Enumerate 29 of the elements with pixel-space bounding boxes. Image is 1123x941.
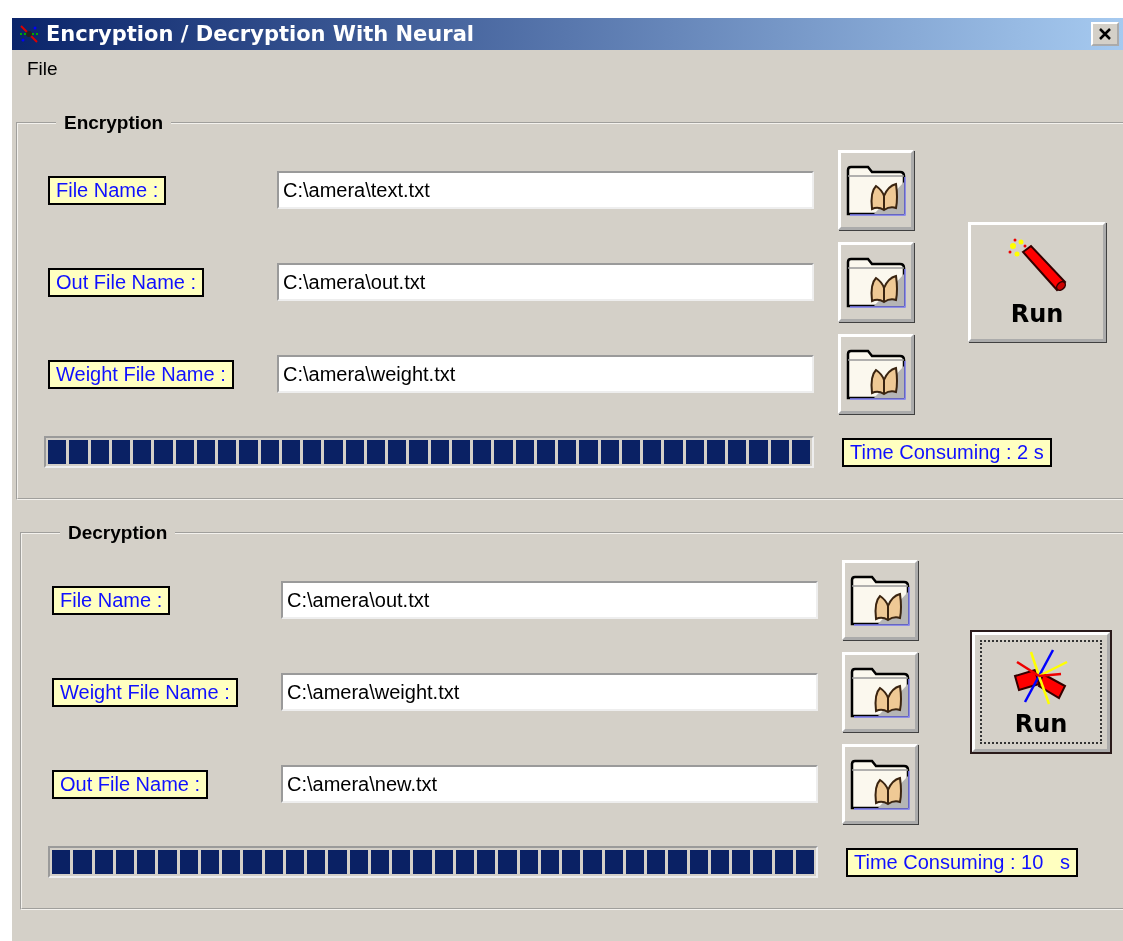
- input-field[interactable]: C:\amera\weight.txt: [277, 355, 814, 393]
- field-label: Out File Name :: [52, 769, 209, 799]
- time-label: Time Consuming : 2 s: [842, 437, 1052, 467]
- close-button[interactable]: [1091, 22, 1119, 46]
- group-title: Decryption: [67, 522, 169, 544]
- menu-item[interactable]: File: [24, 56, 61, 82]
- time-label: Time Consuming : 10 s: [846, 847, 1078, 877]
- input-field[interactable]: C:\amera\out.txt: [281, 581, 818, 619]
- close-icon: [1098, 27, 1112, 41]
- browse-button[interactable]: [838, 334, 914, 414]
- input-field[interactable]: C:\amera\text.txt: [277, 171, 814, 209]
- input-field[interactable]: C:\amera\new.txt: [281, 765, 818, 803]
- field-label: File Name :: [48, 175, 167, 205]
- browse-button[interactable]: [838, 242, 914, 322]
- field-label: Weight File Name :: [52, 677, 238, 707]
- group-title: Encryption: [63, 112, 165, 134]
- app-icon: [18, 23, 40, 45]
- input-field[interactable]: C:\amera\weight.txt: [281, 673, 818, 711]
- browse-button[interactable]: [838, 150, 914, 230]
- browse-button[interactable]: [842, 652, 918, 732]
- field-label: Out File Name :: [48, 267, 205, 297]
- field-label: File Name :: [52, 585, 171, 615]
- browse-button[interactable]: [842, 744, 918, 824]
- field-label: Weight File Name :: [48, 359, 234, 389]
- window-title: Encryption / Decryption With Neural: [46, 22, 475, 46]
- run-button[interactable]: Run: [972, 632, 1110, 752]
- browse-button[interactable]: [842, 560, 918, 640]
- run-button[interactable]: Run: [968, 222, 1106, 342]
- input-field[interactable]: C:\amera\out.txt: [277, 263, 814, 301]
